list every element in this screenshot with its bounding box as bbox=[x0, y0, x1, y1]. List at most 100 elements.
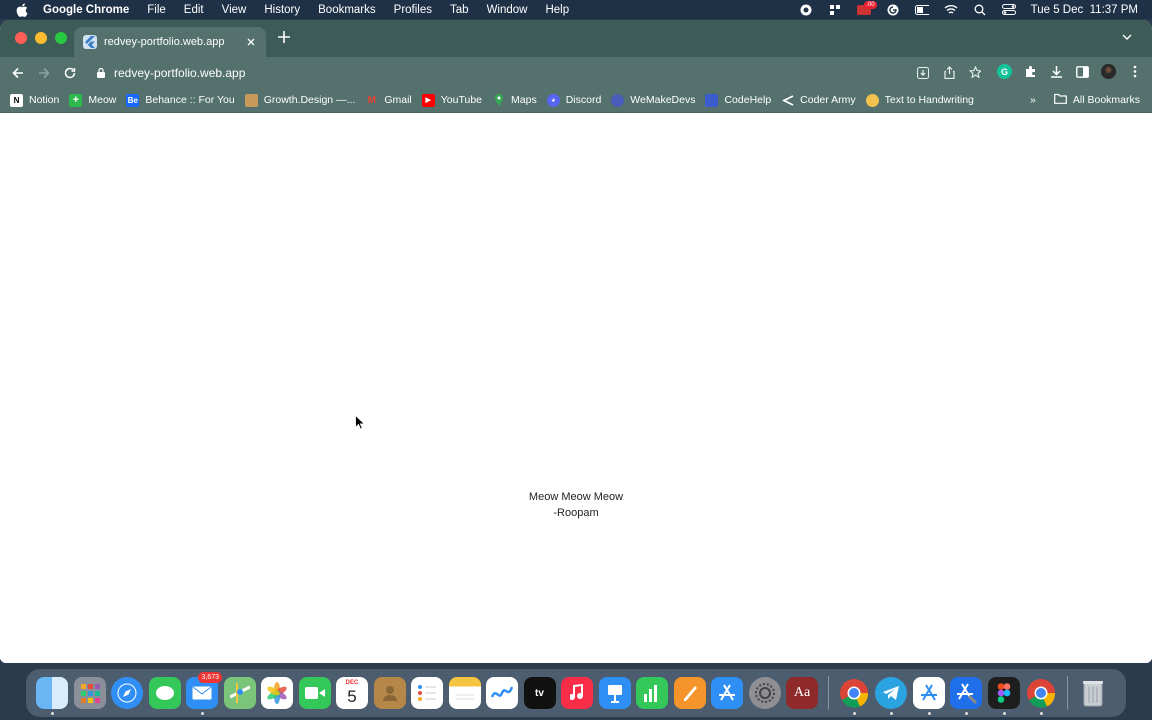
safari-icon[interactable] bbox=[111, 677, 143, 709]
xcode-instruments-icon[interactable] bbox=[912, 677, 945, 715]
bookmark-codehelp[interactable]: CodeHelp bbox=[705, 93, 771, 107]
bookmark-behance[interactable]: Be Behance :: For You bbox=[126, 93, 235, 107]
bookmark-gmail[interactable]: M Gmail bbox=[365, 94, 412, 107]
url-text[interactable]: redvey-portfolio.web.app bbox=[114, 66, 245, 80]
dictionary-label: Aa bbox=[793, 685, 811, 700]
downloads-icon[interactable] bbox=[1049, 64, 1064, 79]
plus-icon: + bbox=[69, 93, 83, 107]
figma-icon[interactable] bbox=[987, 677, 1020, 715]
maps-app-icon[interactable] bbox=[223, 677, 256, 709]
bookmark-label: WeMakeDevs bbox=[630, 94, 696, 106]
gmail-icon: M bbox=[367, 94, 376, 106]
bookmark-discord[interactable]: ◕ Discord bbox=[546, 93, 601, 107]
grid-status-icon[interactable] bbox=[828, 4, 842, 16]
quote-block: Meow Meow Meow -Roopam bbox=[0, 489, 1152, 521]
side-panel-icon[interactable] bbox=[1075, 64, 1090, 79]
quote-text: Meow Meow Meow bbox=[528, 491, 624, 503]
new-tab-button[interactable] bbox=[276, 31, 292, 47]
grammarly-extension-icon[interactable]: G bbox=[997, 64, 1012, 79]
window-controls bbox=[15, 32, 67, 44]
dock: 3,673 DEC 5 tv Aa bbox=[26, 669, 1126, 717]
discord-icon: ◕ bbox=[546, 93, 560, 107]
menu-window[interactable]: Window bbox=[487, 4, 528, 16]
mail-icon[interactable]: 3,673 bbox=[186, 672, 222, 715]
bookmarks-overflow-chevron[interactable]: » bbox=[1030, 94, 1036, 106]
calendar-icon[interactable]: DEC 5 bbox=[336, 677, 368, 709]
menu-tab[interactable]: Tab bbox=[450, 4, 469, 16]
screen-record-icon[interactable] bbox=[799, 4, 813, 16]
mouse-cursor-icon bbox=[355, 415, 365, 430]
back-arrow-icon[interactable] bbox=[10, 65, 26, 81]
notes-icon[interactable] bbox=[448, 677, 481, 709]
profile-avatar[interactable] bbox=[1101, 64, 1116, 79]
photos-icon[interactable] bbox=[261, 677, 293, 709]
minimize-window-button[interactable] bbox=[35, 32, 47, 44]
bookmark-label: Text to Handwriting bbox=[884, 94, 974, 106]
bookmark-meow[interactable]: + Meow bbox=[69, 93, 116, 107]
bookmark-notion[interactable]: N Notion bbox=[10, 93, 59, 107]
forward-arrow-icon[interactable] bbox=[36, 65, 52, 81]
music-icon[interactable] bbox=[561, 677, 593, 709]
menu-profiles[interactable]: Profiles bbox=[394, 4, 432, 16]
control-center-icon[interactable] bbox=[1001, 4, 1016, 16]
close-window-button[interactable] bbox=[15, 32, 27, 44]
app-store-icon[interactable] bbox=[711, 677, 743, 709]
menu-app-name[interactable]: Google Chrome bbox=[43, 4, 129, 16]
trash-icon[interactable] bbox=[1077, 677, 1109, 709]
chrome-canary-icon[interactable] bbox=[1025, 677, 1057, 715]
system-settings-icon[interactable] bbox=[748, 677, 781, 709]
messages-icon[interactable] bbox=[148, 677, 181, 709]
xcode-icon[interactable] bbox=[950, 677, 982, 715]
lock-icon[interactable] bbox=[96, 68, 106, 79]
bookmark-wemakedevs[interactable]: WeMakeDevs bbox=[611, 93, 696, 107]
numbers-icon[interactable] bbox=[636, 677, 668, 709]
bookmark-youtube[interactable]: ▶ YouTube bbox=[421, 93, 483, 107]
reminders-icon[interactable] bbox=[411, 677, 443, 709]
keynote-icon[interactable] bbox=[598, 677, 631, 709]
extensions-puzzle-icon[interactable] bbox=[1023, 64, 1038, 79]
bookmark-growth-design[interactable]: Growth.Design —... bbox=[244, 93, 355, 107]
reload-icon[interactable] bbox=[62, 65, 78, 81]
finder-icon[interactable] bbox=[36, 677, 68, 715]
share-icon[interactable] bbox=[943, 66, 955, 79]
bookmark-coder-army[interactable]: Coder Army bbox=[781, 94, 856, 107]
quote-author: -Roopam bbox=[553, 507, 599, 519]
tab-active[interactable]: redvey-portfolio.web.app bbox=[74, 27, 266, 57]
dictionary-icon[interactable]: Aa bbox=[786, 677, 818, 709]
all-bookmarks-button[interactable]: All Bookmarks bbox=[1053, 93, 1140, 107]
apple-icon[interactable] bbox=[15, 2, 29, 17]
browser-window: redvey-portfolio.web.app redvey-portfoli… bbox=[0, 20, 1152, 663]
apple-tv-icon[interactable]: tv bbox=[523, 677, 556, 709]
menu-help[interactable]: Help bbox=[545, 4, 569, 16]
launchpad-icon[interactable] bbox=[73, 677, 106, 709]
freeform-icon[interactable] bbox=[486, 677, 518, 709]
spotlight-search-icon[interactable] bbox=[973, 4, 987, 16]
close-tab-icon[interactable] bbox=[244, 35, 258, 49]
menu-edit[interactable]: Edit bbox=[184, 4, 204, 16]
bookmark-maps[interactable]: Maps bbox=[492, 94, 537, 107]
menu-bookmarks[interactable]: Bookmarks bbox=[318, 4, 376, 16]
chrome-dock-icon[interactable] bbox=[838, 677, 870, 715]
maximize-window-button[interactable] bbox=[55, 32, 67, 44]
stats-icon[interactable]: .00 bbox=[856, 0, 877, 16]
facetime-icon[interactable] bbox=[298, 677, 331, 709]
battery-icon[interactable] bbox=[914, 4, 929, 16]
menu-history[interactable]: History bbox=[264, 4, 300, 16]
bookmark-star-icon[interactable] bbox=[969, 66, 981, 79]
pages-icon[interactable] bbox=[673, 677, 706, 709]
bookmark-label: YouTube bbox=[440, 94, 483, 106]
wifi-icon[interactable] bbox=[944, 4, 958, 16]
contacts-icon[interactable] bbox=[373, 677, 406, 709]
install-app-icon[interactable] bbox=[917, 66, 929, 79]
bookmark-text-to-handwriting[interactable]: Text to Handwriting bbox=[865, 93, 974, 107]
clock[interactable]: Tue 5 Dec 11:37 PM bbox=[1031, 4, 1138, 16]
address-bar[interactable]: redvey-portfolio.web.app bbox=[86, 61, 991, 85]
grammarly-status-icon[interactable] bbox=[886, 4, 900, 16]
flutter-favicon-icon bbox=[83, 35, 97, 49]
menu-view[interactable]: View bbox=[222, 4, 247, 16]
menu-file[interactable]: File bbox=[147, 4, 166, 16]
telegram-icon[interactable] bbox=[875, 677, 907, 715]
tab-title: redvey-portfolio.web.app bbox=[104, 36, 225, 48]
tab-search-chevron-icon[interactable] bbox=[1122, 32, 1134, 44]
chrome-menu-icon[interactable] bbox=[1127, 64, 1142, 79]
